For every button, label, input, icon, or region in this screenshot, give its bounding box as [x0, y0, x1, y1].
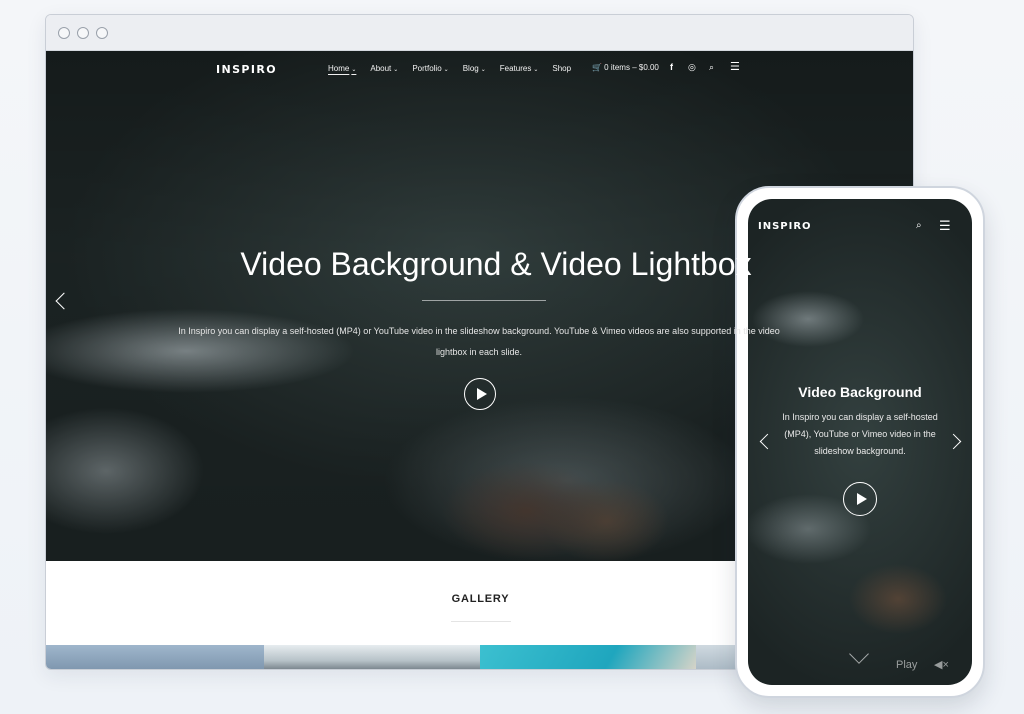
menu-item-about[interactable]: About ⌄ — [370, 64, 398, 73]
mute-icon[interactable]: ◀× — [934, 658, 949, 671]
gallery-divider — [451, 621, 511, 622]
site-logo[interactable]: INSPIRO — [216, 63, 277, 76]
chevron-down-icon: ⌄ — [351, 67, 357, 73]
chevron-down-icon: ⌄ — [393, 67, 399, 73]
window-control-dot[interactable] — [96, 27, 108, 39]
menu-item-blog[interactable]: Blog ⌄ — [463, 64, 486, 73]
mobile-site-logo[interactable]: INSPIRO — [758, 221, 812, 232]
menu-item-features[interactable]: Features ⌄ — [500, 64, 539, 73]
hamburger-menu-icon[interactable]: ☰ — [939, 218, 951, 234]
cart-link[interactable]: 🛒 0 items – $0.00 — [592, 63, 659, 72]
gallery-thumbnail[interactable] — [264, 645, 480, 669]
main-menu: Home ⌄ About ⌄ Portfolio ⌄ Blog ⌄ Features ⌄ … — [328, 64, 585, 73]
slide-prev-arrow-icon[interactable] — [55, 292, 73, 310]
gallery-thumbnail[interactable] — [46, 645, 264, 669]
facebook-icon[interactable]: f — [670, 62, 673, 72]
browser-chrome — [46, 15, 913, 51]
hamburger-menu-icon[interactable]: ☰ — [730, 60, 740, 73]
mobile-hero-description: In Inspiro you can display a self-hosted… — [782, 412, 938, 456]
slide-prev-arrow-icon[interactable] — [759, 433, 776, 450]
window-control-dot[interactable] — [77, 27, 89, 39]
instagram-icon[interactable]: ◎ — [688, 62, 696, 73]
chevron-down-icon: ⌄ — [480, 67, 486, 73]
chevron-down-icon: ⌄ — [443, 67, 449, 73]
slide-next-arrow-icon[interactable] — [945, 433, 962, 450]
background-play-toggle[interactable]: Play — [896, 659, 917, 671]
menu-item-home[interactable]: Home ⌄ — [328, 64, 356, 73]
gallery-thumbnail[interactable] — [480, 645, 696, 669]
scroll-down-chevron-icon[interactable] — [849, 644, 869, 664]
video-play-button[interactable] — [464, 378, 496, 410]
chevron-down-icon: ⌄ — [533, 67, 539, 73]
mobile-hero-title: Video Background — [798, 384, 922, 400]
window-control-dot[interactable] — [58, 27, 70, 39]
hero-divider — [422, 300, 546, 301]
mobile-hero-slideshow: INSPIRO ⌕ ☰ Video Background In Inspiro … — [748, 199, 972, 685]
menu-item-shop[interactable]: Shop — [552, 64, 571, 73]
site-header: INSPIRO Home ⌄ About ⌄ Portfolio ⌄ Blog ⌄ Fe… — [46, 51, 913, 87]
hero-description: In Inspiro you can display a self-hosted… — [178, 326, 780, 357]
menu-item-portfolio[interactable]: Portfolio ⌄ — [412, 64, 448, 73]
video-play-button[interactable] — [843, 482, 877, 516]
hero-title: Video Background & Video Lightbox — [240, 246, 752, 282]
search-icon[interactable]: ⌕ — [709, 62, 714, 73]
search-icon[interactable]: ⌕ — [916, 220, 922, 231]
